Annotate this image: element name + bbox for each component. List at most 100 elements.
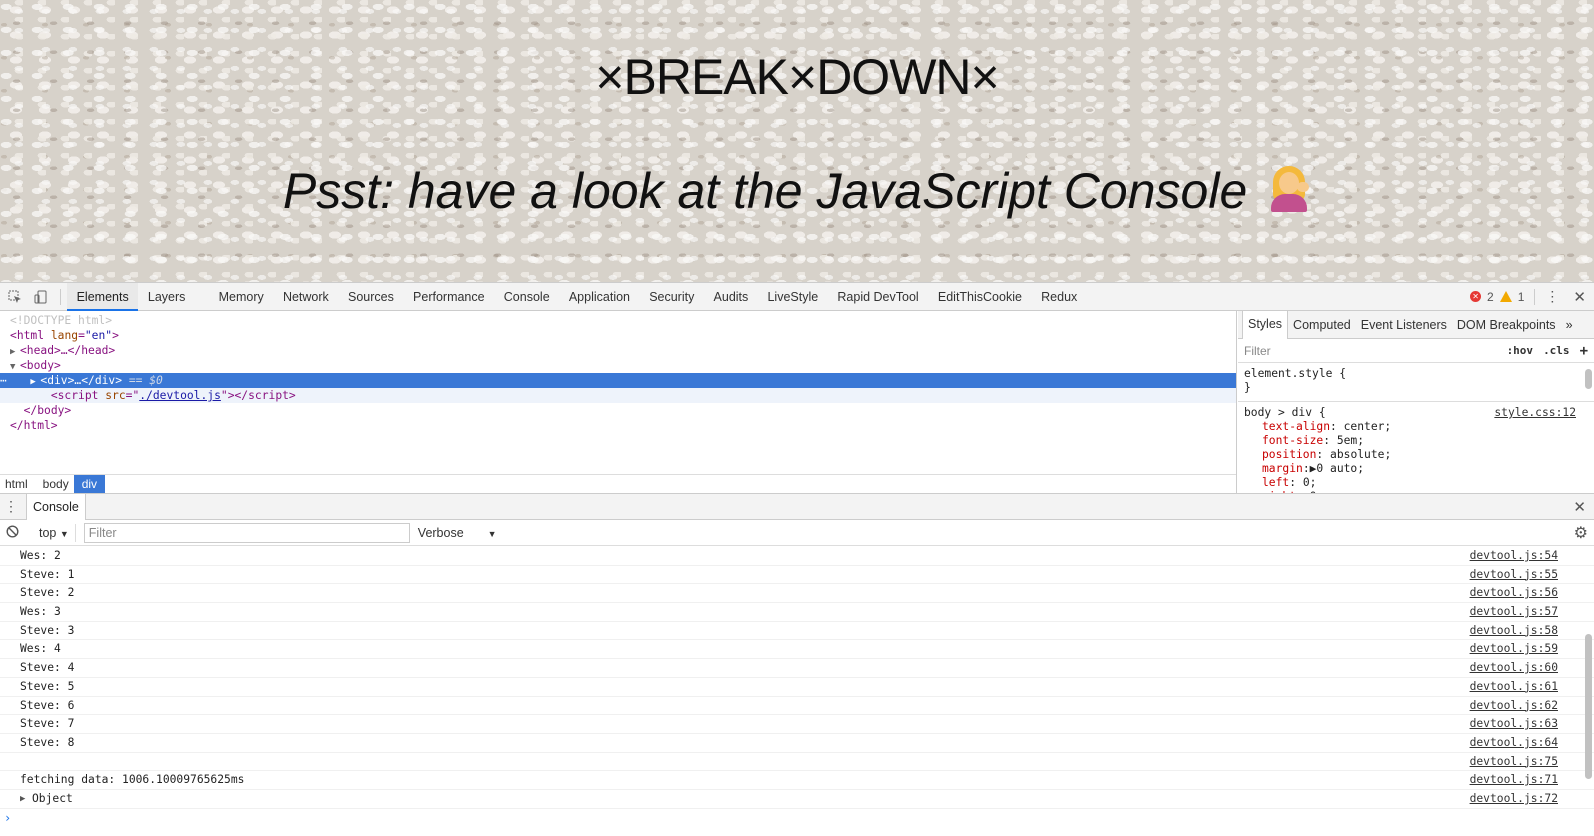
css-property-name[interactable]: margin [1262,462,1303,475]
console-source-link[interactable]: devtool.js:63 [1470,715,1558,733]
tab-audits[interactable]: Audits [704,283,758,311]
tab-elements[interactable]: Elements [67,282,139,311]
warning-count[interactable]: 1 [1518,290,1525,304]
console-source-link[interactable]: devtool.js:59 [1470,640,1558,658]
css-property[interactable]: position: absolute; [1244,448,1588,462]
context-selector[interactable]: top ▼ [33,523,76,542]
css-property-value[interactable]: 0; [1296,476,1317,489]
breadcrumb-body[interactable]: body [33,475,74,494]
console-source-link[interactable]: devtool.js:55 [1470,566,1558,584]
tab-editthiscookie[interactable]: EditThisCookie [928,283,1031,311]
styles-tab-event-listeners[interactable]: Event Listeners [1356,311,1452,339]
console-source-link[interactable]: devtool.js:60 [1470,659,1558,677]
console-source-link[interactable]: devtool.js:62 [1470,697,1558,715]
console-message: Steve: 8 devtool.js:64 [0,734,1594,753]
console-settings-gear-icon[interactable]: ⚙ [1574,523,1594,543]
css-property[interactable]: font-size: 5em; [1244,434,1588,448]
console-source-link[interactable]: devtool.js:72 [1470,790,1558,808]
styles-tab-computed[interactable]: Computed [1288,311,1356,339]
kebab-menu-icon[interactable]: ⋮ [1545,288,1559,305]
element-style-selector[interactable]: element.style { [1244,367,1588,381]
css-property[interactable]: text-align: center; [1244,420,1588,434]
css-property-name[interactable]: position [1262,448,1316,461]
breadcrumb-div[interactable]: div [73,474,106,494]
dom-node-html[interactable]: <html lang="en"> [0,328,1236,343]
console-message-text[interactable]: Object [32,790,73,808]
tab-memory[interactable]: Memory [209,283,273,311]
close-drawer-icon[interactable]: ✕ [1573,498,1594,516]
dom-node-html-close[interactable]: </html> [0,418,1236,433]
console-message-text: Steve: 6 [20,698,75,712]
log-level-selector[interactable]: Verbose ▼ [418,524,497,542]
console-scrollbar[interactable] [1585,634,1592,779]
tab-performance[interactable]: Performance [403,283,494,311]
tab-sources[interactable]: Sources [338,283,403,311]
rule-selector[interactable]: body > div { [1244,406,1326,419]
rule-source-link[interactable]: style.css:12 [1494,406,1576,420]
console-message: Steve: 1 devtool.js:55 [0,566,1594,585]
drawer-tab-console[interactable]: Console [26,493,86,520]
inspect-element-icon[interactable] [4,286,26,308]
css-property[interactable]: margin:▶0 auto; [1244,462,1588,476]
console-source-link[interactable]: devtool.js:54 [1470,547,1558,565]
console-message: Wes: 2 devtool.js:54 [0,547,1594,566]
console-source-link[interactable]: devtool.js:57 [1470,603,1558,621]
close-devtools-icon[interactable]: ✕ [1573,288,1586,306]
dom-node-body-close[interactable]: </body> [0,403,1236,418]
console-source-link[interactable]: devtool.js:75 [1470,753,1558,771]
console-source-link[interactable]: devtool.js:64 [1470,734,1558,752]
warning-icon[interactable] [1499,291,1512,302]
console-message-text: Wes: 4 [20,642,61,656]
css-property-name[interactable]: text-align [1262,420,1330,433]
hov-toggle[interactable]: :hov [1507,344,1534,357]
styles-filter-bar: Filter :hov .cls + [1238,339,1594,363]
dom-node-doctype[interactable]: <!DOCTYPE html> [0,313,1236,328]
styles-scrollbar[interactable] [1585,369,1592,389]
tab-console[interactable]: Console [494,283,559,311]
styles-filter-input[interactable]: Filter [1244,344,1497,358]
script-src-link[interactable]: ./devtool.js [139,389,221,402]
dom-node-body[interactable]: ▼ <body> [0,358,1236,373]
styles-sidebar: Styles Computed Event Listeners DOM Breakpo… [1238,311,1594,493]
cls-toggle[interactable]: .cls [1543,344,1570,357]
styles-tab-styles[interactable]: Styles [1242,311,1289,339]
error-count[interactable]: 2 [1487,290,1494,304]
console-source-link[interactable]: devtool.js:61 [1470,678,1558,696]
console-source-link[interactable]: devtool.js:71 [1470,771,1558,789]
css-property-name[interactable]: left [1262,476,1289,489]
css-property-value[interactable]: absolute; [1323,448,1391,461]
tab-security[interactable]: Security [640,283,704,311]
rule-divider [1238,401,1594,402]
clear-console-icon[interactable] [6,524,19,541]
tab-rapid-devtool[interactable]: Rapid DevTool [828,283,928,311]
tab-application[interactable]: Application [559,283,639,311]
device-toolbar-icon[interactable] [30,286,52,308]
toolbar-divider [60,288,61,305]
drawer-menu-icon[interactable]: ⋮ [0,498,22,515]
tab-redux[interactable]: Redux [1032,283,1087,311]
css-property-value[interactable]: ▶0 auto; [1310,462,1364,475]
tab-livestyle[interactable]: LiveStyle [758,283,828,311]
css-property-value[interactable]: center; [1337,420,1392,433]
console-filter-input[interactable]: Filter [83,522,410,543]
dom-node-script[interactable]: <script src="./devtool.js"></script> [0,388,1236,403]
node-actions-icon[interactable]: ⋯ [0,373,7,388]
tab-network[interactable]: Network [273,283,338,311]
dom-node-head[interactable]: ▶ <head>…</head> [0,343,1236,358]
console-source-link[interactable]: devtool.js:56 [1470,584,1558,602]
console-log: Wes: 2 devtool.js:54 Steve: 1 devtool.js:55… [0,547,1594,836]
css-property[interactable]: left: 0; [1244,476,1588,490]
error-icon[interactable]: ✕ [1470,291,1482,302]
expand-object-icon[interactable]: ▶ [20,790,25,808]
more-tabs-icon[interactable]: » [1561,311,1578,339]
tab-layers[interactable]: Layers [138,283,195,311]
dom-node-div-selected[interactable]: ⋯ ▶ <div>…</div> == $0 [0,373,1236,388]
styles-tab-dom-breakpoints[interactable]: DOM Breakpoints [1452,311,1561,339]
css-property-name[interactable]: font-size [1262,434,1323,447]
css-property-value[interactable]: 5em; [1330,434,1364,447]
add-rule-icon[interactable]: + [1580,343,1588,359]
console-prompt[interactable]: › [0,809,1594,827]
breadcrumb-html[interactable]: html [0,475,33,494]
styles-tabs: Styles Computed Event Listeners DOM Breakpo… [1238,311,1594,339]
console-source-link[interactable]: devtool.js:58 [1470,622,1558,640]
